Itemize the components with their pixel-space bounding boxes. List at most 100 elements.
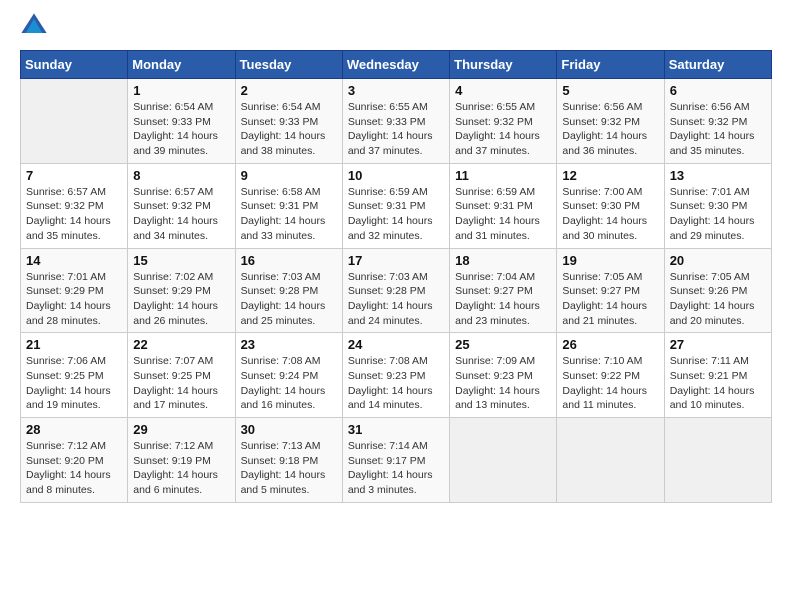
calendar-cell: 27 Sunrise: 7:11 AM Sunset: 9:21 PM Dayli… <box>664 333 771 418</box>
day-number: 25 <box>455 337 551 352</box>
logo <box>20 20 52 40</box>
day-info: Sunrise: 6:56 AM Sunset: 9:32 PM Dayligh… <box>670 100 766 159</box>
calendar-cell: 30 Sunrise: 7:13 AM Sunset: 9:18 PM Dayli… <box>235 418 342 503</box>
calendar-cell: 18Sunrise: 7:04 AM Sunset: 9:27 PM Dayli… <box>450 248 557 333</box>
day-number: 24 <box>348 337 444 352</box>
day-info: Sunrise: 7:02 AM Sunset: 9:29 PM Dayligh… <box>133 270 229 329</box>
day-info: Sunrise: 7:03 AM Sunset: 9:28 PM Dayligh… <box>241 270 337 329</box>
calendar-cell: 23 Sunrise: 7:08 AM Sunset: 9:24 PM Dayli… <box>235 333 342 418</box>
day-info: Sunrise: 7:01 AM Sunset: 9:30 PM Dayligh… <box>670 185 766 244</box>
calendar-week-row: 28 Sunrise: 7:12 AM Sunset: 9:20 PM Dayli… <box>21 418 772 503</box>
day-number: 19 <box>562 253 658 268</box>
day-number: 13 <box>670 168 766 183</box>
page-header <box>20 20 772 40</box>
day-number: 12 <box>562 168 658 183</box>
day-number: 23 <box>241 337 337 352</box>
day-info: Sunrise: 7:08 AM Sunset: 9:23 PM Dayligh… <box>348 354 444 413</box>
day-number: 27 <box>670 337 766 352</box>
calendar-cell: 20 Sunrise: 7:05 AM Sunset: 9:26 PM Dayli… <box>664 248 771 333</box>
day-info: Sunrise: 6:57 AM Sunset: 9:32 PM Dayligh… <box>26 185 122 244</box>
logo-icon <box>20 12 48 40</box>
day-number: 20 <box>670 253 766 268</box>
calendar-cell: 19 Sunrise: 7:05 AM Sunset: 9:27 PM Dayli… <box>557 248 664 333</box>
day-number: 22 <box>133 337 229 352</box>
day-info: Sunrise: 7:06 AM Sunset: 9:25 PM Dayligh… <box>26 354 122 413</box>
day-info: Sunrise: 7:05 AM Sunset: 9:26 PM Dayligh… <box>670 270 766 329</box>
weekday-header: Friday <box>557 51 664 79</box>
day-number: 29 <box>133 422 229 437</box>
day-number: 8 <box>133 168 229 183</box>
day-info: Sunrise: 7:13 AM Sunset: 9:18 PM Dayligh… <box>241 439 337 498</box>
day-number: 31 <box>348 422 444 437</box>
calendar-cell: 2 Sunrise: 6:54 AM Sunset: 9:33 PM Daylig… <box>235 79 342 164</box>
calendar-week-row: 21 Sunrise: 7:06 AM Sunset: 9:25 PM Dayli… <box>21 333 772 418</box>
day-number: 6 <box>670 83 766 98</box>
day-info: Sunrise: 6:54 AM Sunset: 9:33 PM Dayligh… <box>133 100 229 159</box>
weekday-header: Tuesday <box>235 51 342 79</box>
weekday-header: Wednesday <box>342 51 449 79</box>
day-number: 26 <box>562 337 658 352</box>
calendar-cell: 22 Sunrise: 7:07 AM Sunset: 9:25 PM Dayli… <box>128 333 235 418</box>
day-info: Sunrise: 7:03 AM Sunset: 9:28 PM Dayligh… <box>348 270 444 329</box>
day-number: 1 <box>133 83 229 98</box>
day-number: 21 <box>26 337 122 352</box>
day-info: Sunrise: 7:05 AM Sunset: 9:27 PM Dayligh… <box>562 270 658 329</box>
weekday-header: Sunday <box>21 51 128 79</box>
calendar-cell: 9 Sunrise: 6:58 AM Sunset: 9:31 PM Daylig… <box>235 163 342 248</box>
day-number: 18 <box>455 253 551 268</box>
calendar-cell <box>557 418 664 503</box>
calendar-cell: 26 Sunrise: 7:10 AM Sunset: 9:22 PM Dayli… <box>557 333 664 418</box>
calendar-cell: 14Sunrise: 7:01 AM Sunset: 9:29 PM Dayli… <box>21 248 128 333</box>
day-info: Sunrise: 7:14 AM Sunset: 9:17 PM Dayligh… <box>348 439 444 498</box>
calendar-cell: 29 Sunrise: 7:12 AM Sunset: 9:19 PM Dayli… <box>128 418 235 503</box>
calendar-cell: 16Sunrise: 7:03 AM Sunset: 9:28 PM Dayli… <box>235 248 342 333</box>
calendar-cell: 28 Sunrise: 7:12 AM Sunset: 9:20 PM Dayli… <box>21 418 128 503</box>
day-info: Sunrise: 7:07 AM Sunset: 9:25 PM Dayligh… <box>133 354 229 413</box>
day-info: Sunrise: 6:57 AM Sunset: 9:32 PM Dayligh… <box>133 185 229 244</box>
calendar-week-row: 7 Sunrise: 6:57 AM Sunset: 9:32 PM Daylig… <box>21 163 772 248</box>
day-number: 30 <box>241 422 337 437</box>
day-info: Sunrise: 7:12 AM Sunset: 9:19 PM Dayligh… <box>133 439 229 498</box>
calendar-cell: 31 Sunrise: 7:14 AM Sunset: 9:17 PM Dayli… <box>342 418 449 503</box>
day-info: Sunrise: 6:59 AM Sunset: 9:31 PM Dayligh… <box>348 185 444 244</box>
calendar-cell: 7 Sunrise: 6:57 AM Sunset: 9:32 PM Daylig… <box>21 163 128 248</box>
weekday-header: Thursday <box>450 51 557 79</box>
calendar-cell: 11Sunrise: 6:59 AM Sunset: 9:31 PM Dayli… <box>450 163 557 248</box>
day-number: 10 <box>348 168 444 183</box>
day-info: Sunrise: 7:12 AM Sunset: 9:20 PM Dayligh… <box>26 439 122 498</box>
calendar-header-row: SundayMondayTuesdayWednesdayThursdayFrid… <box>21 51 772 79</box>
calendar-cell <box>450 418 557 503</box>
calendar-table: SundayMondayTuesdayWednesdayThursdayFrid… <box>20 50 772 503</box>
calendar-cell: 6 Sunrise: 6:56 AM Sunset: 9:32 PM Daylig… <box>664 79 771 164</box>
calendar-week-row: 1 Sunrise: 6:54 AM Sunset: 9:33 PM Daylig… <box>21 79 772 164</box>
day-info: Sunrise: 6:55 AM Sunset: 9:33 PM Dayligh… <box>348 100 444 159</box>
day-number: 2 <box>241 83 337 98</box>
day-info: Sunrise: 7:00 AM Sunset: 9:30 PM Dayligh… <box>562 185 658 244</box>
calendar-cell: 5 Sunrise: 6:56 AM Sunset: 9:32 PM Daylig… <box>557 79 664 164</box>
calendar-cell: 15Sunrise: 7:02 AM Sunset: 9:29 PM Dayli… <box>128 248 235 333</box>
day-info: Sunrise: 7:10 AM Sunset: 9:22 PM Dayligh… <box>562 354 658 413</box>
day-info: Sunrise: 7:08 AM Sunset: 9:24 PM Dayligh… <box>241 354 337 413</box>
calendar-cell: 21 Sunrise: 7:06 AM Sunset: 9:25 PM Dayli… <box>21 333 128 418</box>
day-number: 7 <box>26 168 122 183</box>
day-number: 28 <box>26 422 122 437</box>
day-info: Sunrise: 7:01 AM Sunset: 9:29 PM Dayligh… <box>26 270 122 329</box>
day-info: Sunrise: 6:56 AM Sunset: 9:32 PM Dayligh… <box>562 100 658 159</box>
calendar-cell: 12 Sunrise: 7:00 AM Sunset: 9:30 PM Dayli… <box>557 163 664 248</box>
calendar-cell <box>21 79 128 164</box>
day-number: 11 <box>455 168 551 183</box>
calendar-cell: 17Sunrise: 7:03 AM Sunset: 9:28 PM Dayli… <box>342 248 449 333</box>
calendar-cell: 13 Sunrise: 7:01 AM Sunset: 9:30 PM Dayli… <box>664 163 771 248</box>
day-info: Sunrise: 7:11 AM Sunset: 9:21 PM Dayligh… <box>670 354 766 413</box>
day-info: Sunrise: 6:54 AM Sunset: 9:33 PM Dayligh… <box>241 100 337 159</box>
weekday-header: Monday <box>128 51 235 79</box>
day-number: 9 <box>241 168 337 183</box>
calendar-cell: 1 Sunrise: 6:54 AM Sunset: 9:33 PM Daylig… <box>128 79 235 164</box>
calendar-cell: 10 Sunrise: 6:59 AM Sunset: 9:31 PM Dayli… <box>342 163 449 248</box>
day-info: Sunrise: 6:58 AM Sunset: 9:31 PM Dayligh… <box>241 185 337 244</box>
day-number: 3 <box>348 83 444 98</box>
day-number: 5 <box>562 83 658 98</box>
weekday-header: Saturday <box>664 51 771 79</box>
calendar-cell: 8 Sunrise: 6:57 AM Sunset: 9:32 PM Daylig… <box>128 163 235 248</box>
calendar-cell: 3 Sunrise: 6:55 AM Sunset: 9:33 PM Daylig… <box>342 79 449 164</box>
